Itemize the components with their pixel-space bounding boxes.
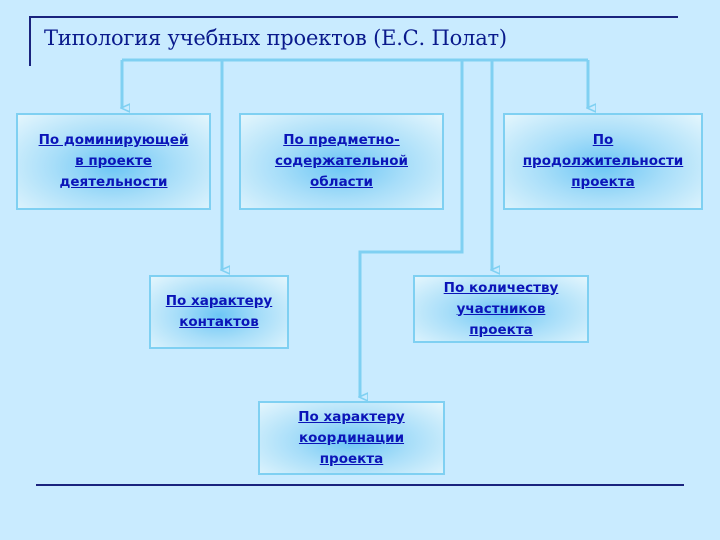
node-label[interactable]: По предметно- содержательной области (275, 130, 408, 193)
node-subject-area[interactable]: По предметно- содержательной области (239, 113, 444, 210)
node-label[interactable]: По характеру координации проекта (298, 407, 404, 470)
node-participants[interactable]: По количеству участников проекта (413, 275, 589, 343)
node-dominant-activity[interactable]: По доминирующей в проекте деятельности (16, 113, 211, 210)
node-contacts[interactable]: По характеру контактов (149, 275, 289, 349)
node-coordination[interactable]: По характеру координации проекта (258, 401, 445, 475)
node-duration[interactable]: По продолжительности проекта (503, 113, 703, 210)
bottom-rule (36, 484, 684, 486)
node-label[interactable]: По количеству участников проекта (444, 278, 559, 341)
node-label[interactable]: По доминирующей в проекте деятельности (39, 130, 189, 193)
node-label[interactable]: По продолжительности проекта (523, 130, 684, 193)
node-label[interactable]: По характеру контактов (166, 291, 272, 333)
connector-to-coordination (360, 60, 464, 397)
